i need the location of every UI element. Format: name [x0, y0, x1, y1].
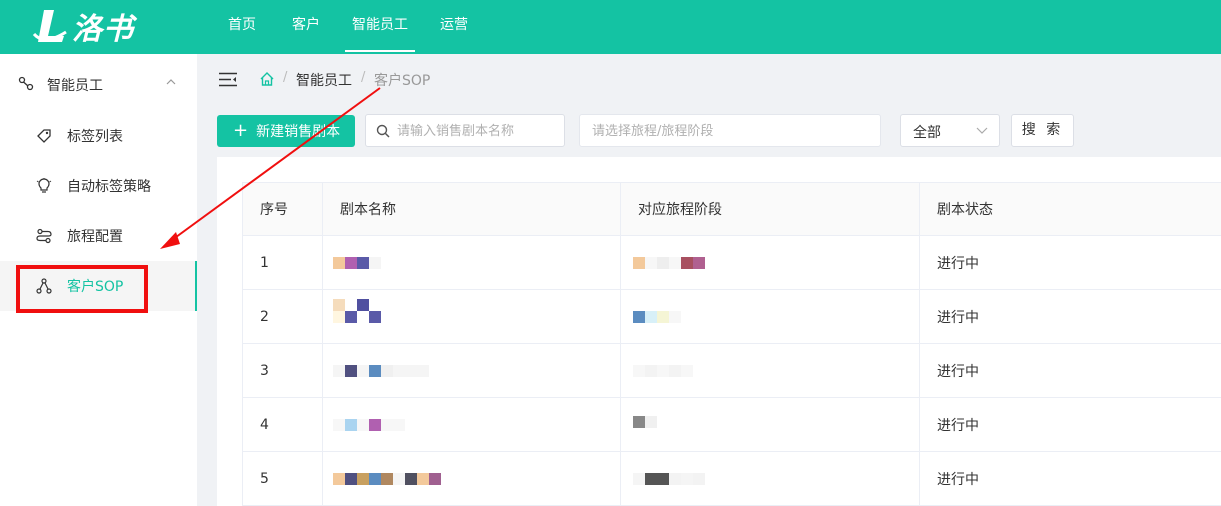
chevron-down-icon [976, 127, 988, 134]
redacted-mosaic [333, 257, 393, 269]
sidebar-item-label: 自动标签策略 [67, 179, 151, 195]
route-icon [36, 228, 52, 244]
status-cell: 进行中 [919, 452, 1221, 505]
table-row[interactable]: 2 进行中 [242, 290, 1221, 344]
sop-table: 序号 剧本名称 对应旅程阶段 剧本状态 1 进行中 2 进行中 3 进行中 4 … [242, 182, 1221, 506]
sidebar-item-label: 标签列表 [67, 129, 123, 145]
table-card: 序号 剧本名称 对应旅程阶段 剧本状态 1 进行中 2 进行中 3 进行中 4 … [217, 157, 1221, 506]
breadcrumb-separator: / [283, 70, 288, 85]
breadcrumb-item-current: 客户SOP [374, 73, 431, 89]
script-name-cell [322, 398, 620, 451]
status-select-value: 全部 [913, 125, 941, 141]
logo-mark-icon [32, 10, 67, 42]
top-navbar: 洛书 首页 客户 智能员工 运营 [0, 0, 1221, 54]
search-button[interactable]: 搜 索 [1011, 114, 1074, 147]
col-header-status: 剧本状态 [919, 183, 1221, 235]
table-row[interactable]: 4 进行中 [242, 398, 1221, 452]
script-name-search-field[interactable] [365, 114, 565, 147]
redacted-mosaic [633, 365, 693, 377]
redacted-mosaic [333, 473, 441, 485]
tag-icon [37, 129, 51, 143]
journey-stage-cell [620, 290, 919, 343]
annotation-highlight-box [16, 265, 148, 313]
journey-stage-cell [620, 344, 919, 397]
row-index: 4 [242, 398, 322, 451]
new-button-label: 新建销售剧本 [256, 124, 341, 140]
new-sales-script-button[interactable]: + 新建销售剧本 [217, 115, 355, 147]
home-icon[interactable] [259, 71, 275, 87]
nav-item-home[interactable]: 首页 [212, 0, 272, 54]
main-content: + 新建销售剧本 全部 搜 索 序号 剧本名称 对应旅程阶段 剧本状态 1 [217, 104, 1221, 506]
sidebar-item-auto-tag-strategy[interactable]: 自动标签策略 [0, 161, 197, 211]
row-index: 2 [242, 290, 322, 343]
journey-stage-cell [620, 452, 919, 505]
journey-stage-select[interactable] [579, 114, 881, 147]
bulb-icon [36, 178, 52, 193]
col-header-script-name: 剧本名称 [322, 183, 620, 235]
status-cell: 进行中 [919, 344, 1221, 397]
row-index: 3 [242, 344, 322, 397]
status-cell: 进行中 [919, 236, 1221, 289]
status-select[interactable]: 全部 [900, 114, 1000, 147]
col-header-journey-stage: 对应旅程阶段 [620, 183, 919, 235]
script-name-cell [322, 290, 620, 343]
redacted-mosaic [633, 473, 705, 485]
journey-stage-cell [620, 236, 919, 289]
search-icon [376, 124, 390, 138]
table-row[interactable]: 5 进行中 [242, 452, 1221, 506]
breadcrumb: / 智能员工 / 客户SOP [197, 54, 1221, 104]
logo-text: 洛书 [72, 12, 134, 47]
chevron-up-icon[interactable] [164, 75, 178, 89]
script-name-cell [322, 236, 620, 289]
table-header: 序号 剧本名称 对应旅程阶段 剧本状态 [242, 182, 1221, 236]
redacted-mosaic [333, 419, 405, 431]
top-nav: 首页 客户 智能员工 运营 [212, 0, 484, 54]
plus-icon: + [233, 120, 249, 141]
redacted-mosaic [633, 257, 705, 269]
row-index: 5 [242, 452, 322, 505]
sidebar-item-journey-config[interactable]: 旅程配置 [0, 211, 197, 261]
nav-item-operations[interactable]: 运营 [424, 0, 484, 54]
sidebar-group-smart-staff[interactable]: 智能员工 [0, 64, 197, 104]
sidebar-group-label: 智能员工 [47, 78, 103, 94]
redacted-mosaic [633, 311, 681, 323]
redacted-mosaic [633, 416, 657, 428]
app-logo[interactable]: 洛书 [30, 6, 134, 47]
table-row[interactable]: 3 进行中 [242, 344, 1221, 398]
menu-fold-icon[interactable] [219, 72, 237, 87]
script-name-cell [322, 452, 620, 505]
search-input[interactable] [397, 121, 557, 141]
row-index: 1 [242, 236, 322, 289]
nav-item-smart-staff[interactable]: 智能员工 [336, 0, 424, 54]
status-cell: 进行中 [919, 290, 1221, 343]
sidebar-item-tag-list[interactable]: 标签列表 [0, 111, 197, 161]
journey-stage-input[interactable] [592, 121, 872, 141]
branch-icon [18, 76, 34, 91]
breadcrumb-item-smart-staff[interactable]: 智能员工 [296, 70, 352, 90]
script-name-cell [322, 344, 620, 397]
journey-stage-cell [620, 398, 919, 451]
redacted-mosaic [333, 365, 429, 377]
redacted-mosaic [333, 299, 381, 323]
breadcrumb-separator: / [361, 70, 366, 85]
sidebar-item-label: 旅程配置 [67, 229, 123, 245]
nav-item-customer[interactable]: 客户 [276, 0, 336, 54]
status-cell: 进行中 [919, 398, 1221, 451]
table-row[interactable]: 1 进行中 [242, 236, 1221, 290]
col-header-index: 序号 [242, 183, 322, 235]
